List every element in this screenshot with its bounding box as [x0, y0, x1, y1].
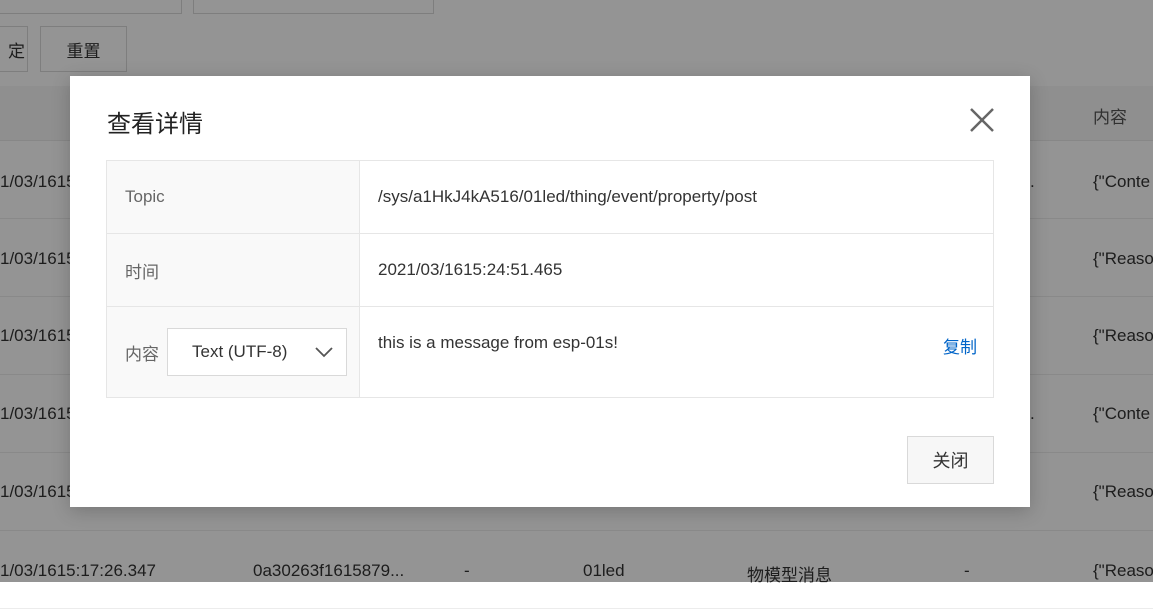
topic-row: Topic /sys/a1HkJ4kA516/01led/thing/event…: [106, 160, 994, 234]
encoding-selected: Text (UTF-8): [192, 342, 288, 361]
topic-label: Topic: [106, 160, 360, 234]
content-label-wrap: 内容 Text (UTF-8): [125, 328, 359, 376]
content-label-cell: 内容 Text (UTF-8): [106, 306, 360, 398]
topic-value: /sys/a1HkJ4kA516/01led/thing/event/prope…: [359, 160, 994, 234]
copy-link[interactable]: 复制: [943, 333, 977, 358]
detail-table: Topic /sys/a1HkJ4kA516/01led/thing/event…: [106, 160, 994, 398]
content-row: 内容 Text (UTF-8) this is a message from e…: [106, 306, 994, 398]
dialog-title: 查看详情: [107, 111, 203, 138]
content-label: 内容: [125, 344, 159, 364]
time-label: 时间: [106, 233, 360, 307]
content-value: this is a message from esp-01s!: [378, 333, 618, 352]
encoding-select[interactable]: Text (UTF-8): [167, 328, 347, 376]
time-value: 2021/03/1615:24:51.465: [359, 233, 994, 307]
content-value-cell: this is a message from esp-01s! 复制: [359, 306, 994, 398]
close-button[interactable]: 关闭: [907, 436, 994, 484]
time-row: 时间 2021/03/1615:24:51.465: [106, 233, 994, 307]
details-dialog: 查看详情 Topic /sys/a1HkJ4kA516/01led/thing/…: [70, 76, 1030, 507]
chevron-down-icon: [315, 347, 333, 358]
close-icon[interactable]: [968, 106, 996, 134]
